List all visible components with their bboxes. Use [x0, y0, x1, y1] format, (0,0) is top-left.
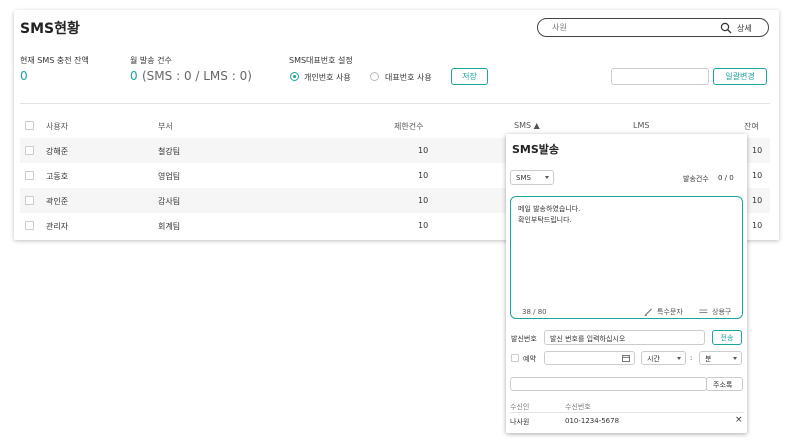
- reserve-date-input[interactable]: [544, 351, 635, 365]
- recipient-list-item: 나사원 010-1234-5678 ×: [506, 414, 747, 430]
- send-button[interactable]: 전송: [712, 330, 742, 345]
- minute-select-value: 분: [705, 355, 712, 363]
- pencil-icon[interactable]: [644, 308, 653, 316]
- radio-rep-label: 대표번호 사용: [385, 73, 432, 82]
- cell-user: 관리자: [46, 222, 69, 231]
- search-icon[interactable]: [720, 22, 732, 34]
- radio-personal-label: 개인번호 사용: [304, 73, 351, 82]
- address-book-button[interactable]: 주소록: [706, 377, 743, 391]
- balance-label: 현재 SMS 충전 잔액: [20, 56, 89, 65]
- monthly-count-value: 0: [130, 69, 138, 83]
- row-checkbox[interactable]: [25, 146, 34, 155]
- sms-send-dialog: SMS발송 SMS 발송건수 0 / 0 메일 발송하였습니다. 확인부탁드립니…: [506, 134, 747, 433]
- special-chars-button[interactable]: 특수문자: [657, 307, 683, 317]
- cell-limit: 10: [418, 171, 429, 180]
- page-title: SMS현황: [20, 21, 80, 37]
- bulk-limit-input[interactable]: [611, 68, 709, 85]
- header-remaining[interactable]: 잔여: [744, 121, 759, 132]
- save-button[interactable]: 저장: [451, 68, 488, 85]
- cell-user: 강해준: [46, 147, 69, 156]
- header-sms[interactable]: SMS ▲: [514, 121, 540, 130]
- cell-remaining: 10: [752, 221, 763, 230]
- sender-number-label: 발신번호: [511, 335, 537, 343]
- sender-number-input[interactable]: 발신 번호를 입력하십시오: [544, 330, 705, 345]
- message-type-value: SMS: [516, 174, 531, 182]
- char-count: 38 / 80: [522, 308, 547, 316]
- send-count-label: 발송건수: [683, 175, 709, 183]
- chevron-down-icon: [545, 176, 549, 179]
- row-checkbox[interactable]: [25, 221, 34, 230]
- monthly-count-label: 월 발송 건수: [130, 56, 172, 65]
- search-box[interactable]: 상세: [537, 18, 769, 37]
- cell-user: 곽인준: [46, 197, 69, 206]
- header-lms[interactable]: LMS: [633, 121, 649, 130]
- row-checkbox[interactable]: [25, 196, 34, 205]
- select-all-checkbox[interactable]: [25, 121, 34, 130]
- recipient-list-divider: [510, 412, 743, 413]
- send-count-value: 0 / 0: [718, 174, 734, 182]
- rep-number-label: SMS대표번호 설정: [289, 56, 353, 65]
- row-checkbox[interactable]: [25, 171, 34, 180]
- cell-department: 철강팀: [158, 147, 181, 156]
- header-user[interactable]: 사용자: [46, 121, 68, 132]
- hour-select[interactable]: 시간: [641, 351, 686, 365]
- calendar-icon[interactable]: [622, 354, 630, 362]
- chevron-down-icon: [677, 357, 681, 360]
- header-department[interactable]: 부서: [158, 121, 173, 132]
- time-separator: :: [690, 354, 693, 362]
- recipient-input[interactable]: [510, 377, 707, 391]
- sender-number-placeholder: 발신 번호를 입력하십시오: [550, 335, 626, 343]
- monthly-count-detail: (SMS : 0 / LMS : 0): [142, 69, 252, 83]
- dialog-title: SMS발송: [512, 143, 560, 156]
- message-type-select[interactable]: SMS: [510, 170, 554, 185]
- reserve-checkbox[interactable]: [511, 354, 519, 362]
- radio-personal-number[interactable]: [290, 72, 299, 81]
- phrases-button[interactable]: 상용구: [712, 307, 731, 317]
- header-limit[interactable]: 제한건수: [394, 121, 423, 132]
- cell-limit: 10: [418, 196, 429, 205]
- cell-remaining: 10: [752, 196, 763, 205]
- recipient-number-header: 수신번호: [565, 403, 591, 411]
- recipient-number: 010-1234-5678: [565, 417, 620, 425]
- reserve-label: 예약: [523, 355, 536, 363]
- recipient-name-header: 수신인: [510, 403, 530, 411]
- cell-department: 영업팀: [158, 172, 181, 181]
- cell-limit: 10: [418, 221, 429, 230]
- detail-search-link[interactable]: 상세: [737, 23, 752, 34]
- search-input[interactable]: [546, 21, 706, 34]
- list-icon[interactable]: [699, 308, 708, 316]
- chevron-down-icon: [733, 357, 737, 360]
- message-textarea[interactable]: 메일 발송하였습니다. 확인부탁드립니다. 38 / 80 특수문자 상용구: [510, 196, 743, 319]
- section-divider: [20, 103, 770, 104]
- cell-limit: 10: [418, 146, 429, 155]
- message-text[interactable]: 메일 발송하였습니다. 확인부탁드립니다.: [518, 204, 580, 226]
- radio-rep-number[interactable]: [370, 72, 379, 81]
- recipient-name: 나사원: [510, 418, 530, 426]
- cell-remaining: 10: [752, 146, 763, 155]
- cell-user: 고동호: [46, 172, 69, 181]
- bulk-change-button[interactable]: 일괄변경: [713, 68, 767, 85]
- minute-select[interactable]: 분: [699, 351, 742, 365]
- cell-department: 감사팀: [158, 197, 181, 206]
- remove-recipient-icon[interactable]: ×: [735, 415, 743, 425]
- balance-value: 0: [20, 69, 28, 83]
- cell-department: 회계팀: [158, 222, 181, 231]
- address-book-label: 주소록: [713, 381, 733, 389]
- hour-select-value: 시간: [647, 355, 660, 363]
- cell-remaining: 10: [752, 171, 763, 180]
